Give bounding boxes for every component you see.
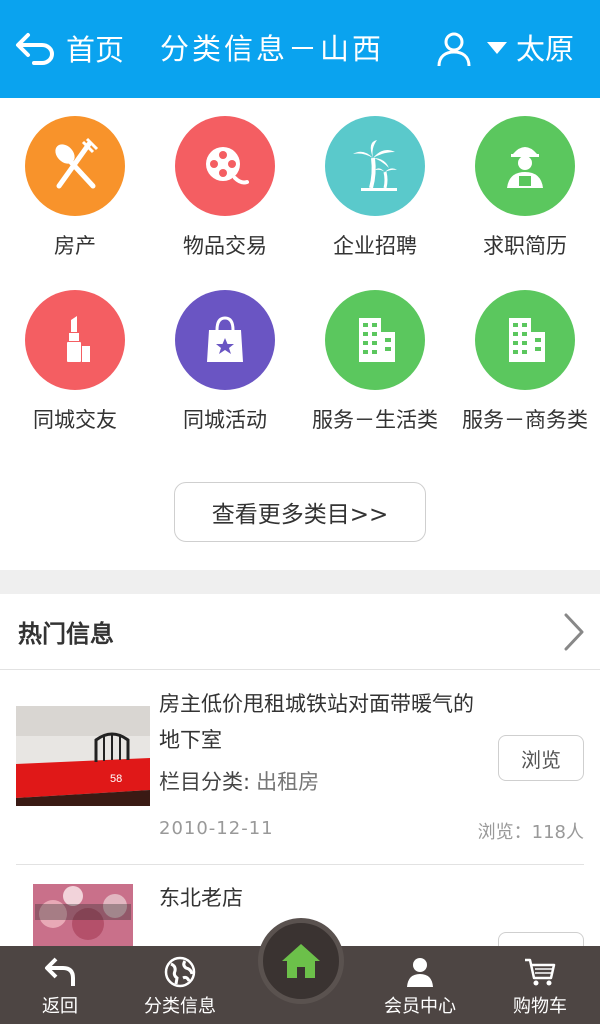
- city-selector[interactable]: 太原: [516, 26, 574, 68]
- back-arrow-icon: [45, 957, 75, 986]
- home-button[interactable]: [258, 918, 344, 1004]
- globe-icon: [164, 956, 196, 988]
- listing-thumbnail: 58: [16, 706, 150, 806]
- film-reel-icon: [206, 147, 249, 185]
- list-item[interactable]: 58 房主低价甩租城铁站对面带暖气的地下室 栏目分类: 出租房 2010-12-1…: [16, 686, 584, 856]
- shopping-cart-icon: [525, 958, 556, 986]
- category-icon-circle: [175, 290, 275, 390]
- nav-member[interactable]: 会员中心: [370, 946, 470, 1024]
- nav-label: 返回: [42, 996, 78, 1017]
- palm-tree-icon: [353, 140, 397, 191]
- category-label: 同城交友: [33, 408, 117, 432]
- category-label: 服务－生活类: [312, 408, 438, 432]
- category-label: 同城活动: [183, 408, 267, 432]
- category-label: 房产: [54, 234, 96, 258]
- category-item-dating[interactable]: 同城交友: [0, 290, 150, 434]
- user-icon[interactable]: [435, 30, 473, 68]
- back-arrow-icon: [16, 33, 54, 65]
- nav-label: 分类信息: [144, 996, 216, 1017]
- browse-button[interactable]: 浏览: [498, 735, 584, 781]
- category-icon-circle: [475, 290, 575, 390]
- category-value: 出租房: [256, 770, 320, 794]
- page-title: 分类信息－山西: [160, 32, 385, 66]
- lipstick-icon: [67, 316, 90, 362]
- divider: [16, 864, 584, 865]
- chevron-right-icon[interactable]: [562, 612, 586, 652]
- category-item-real-estate[interactable]: 房产: [0, 116, 150, 260]
- nav-cart[interactable]: 购物车: [490, 946, 590, 1024]
- category-icon-circle: [325, 116, 425, 216]
- app-screen: 首页 分类信息－山西 太原 房产 物品交易 企业招聘 求职简历 同城交友 同城活…: [0, 0, 600, 1024]
- category-icon-circle: [325, 290, 425, 390]
- listing-title[interactable]: 东北老店: [159, 880, 489, 916]
- category-item-goods-trade[interactable]: 物品交易: [150, 116, 300, 260]
- category-item-business-service[interactable]: 服务－商务类: [450, 290, 600, 434]
- category-grid: 房产 物品交易 企业招聘 求职简历 同城交友 同城活动 服务－生活类 服务－商务…: [0, 98, 600, 570]
- listing-title[interactable]: 房主低价甩租城铁站对面带暖气的地下室: [159, 686, 489, 758]
- building-icon: [359, 318, 395, 362]
- nav-back[interactable]: 返回: [20, 946, 100, 1024]
- nav-classified[interactable]: 分类信息: [130, 946, 230, 1024]
- home-label: 首页: [66, 33, 125, 67]
- hot-info-header[interactable]: 热门信息: [0, 594, 600, 670]
- user-icon: [407, 958, 433, 987]
- category-label: 企业招聘: [333, 234, 417, 258]
- category-item-events[interactable]: 同城活动: [150, 290, 300, 434]
- listing-date: 2010-12-11: [159, 818, 274, 839]
- nav-label: 会员中心: [384, 996, 456, 1017]
- chevron-down-icon[interactable]: [487, 42, 507, 54]
- section-title: 热门信息: [18, 620, 114, 648]
- more-categories-button[interactable]: 查看更多类目>>: [174, 482, 426, 542]
- home-icon: [282, 944, 320, 978]
- shopping-bag-star-icon: [207, 316, 243, 362]
- category-label: 服务－商务类: [462, 408, 588, 432]
- browse-button[interactable]: 浏览: [498, 932, 584, 946]
- building-icon: [509, 318, 545, 362]
- listing-category: 栏目分类: 出租房: [159, 766, 319, 796]
- home-back-button[interactable]: 首页: [14, 24, 124, 72]
- category-key: 栏目分类:: [159, 770, 251, 794]
- category-icon-circle: [475, 116, 575, 216]
- category-item-life-service[interactable]: 服务－生活类: [300, 290, 450, 434]
- svg-text:58: 58: [110, 773, 122, 785]
- section-divider: [0, 570, 600, 594]
- listing-thumbnail: [33, 884, 133, 946]
- category-item-resume[interactable]: 求职简历: [450, 116, 600, 260]
- category-item-recruitment[interactable]: 企业招聘: [300, 116, 450, 260]
- nav-label: 购物车: [513, 996, 567, 1017]
- view-count: 浏览：118人: [477, 822, 584, 843]
- category-icon-circle: [25, 116, 125, 216]
- utensils-icon: [55, 137, 99, 189]
- top-bar: 首页 分类信息－山西 太原: [0, 0, 600, 98]
- category-label: 物品交易: [183, 234, 267, 258]
- category-icon-circle: [25, 290, 125, 390]
- category-icon-circle: [175, 116, 275, 216]
- worker-icon: [507, 147, 543, 188]
- category-label: 求职简历: [483, 234, 567, 258]
